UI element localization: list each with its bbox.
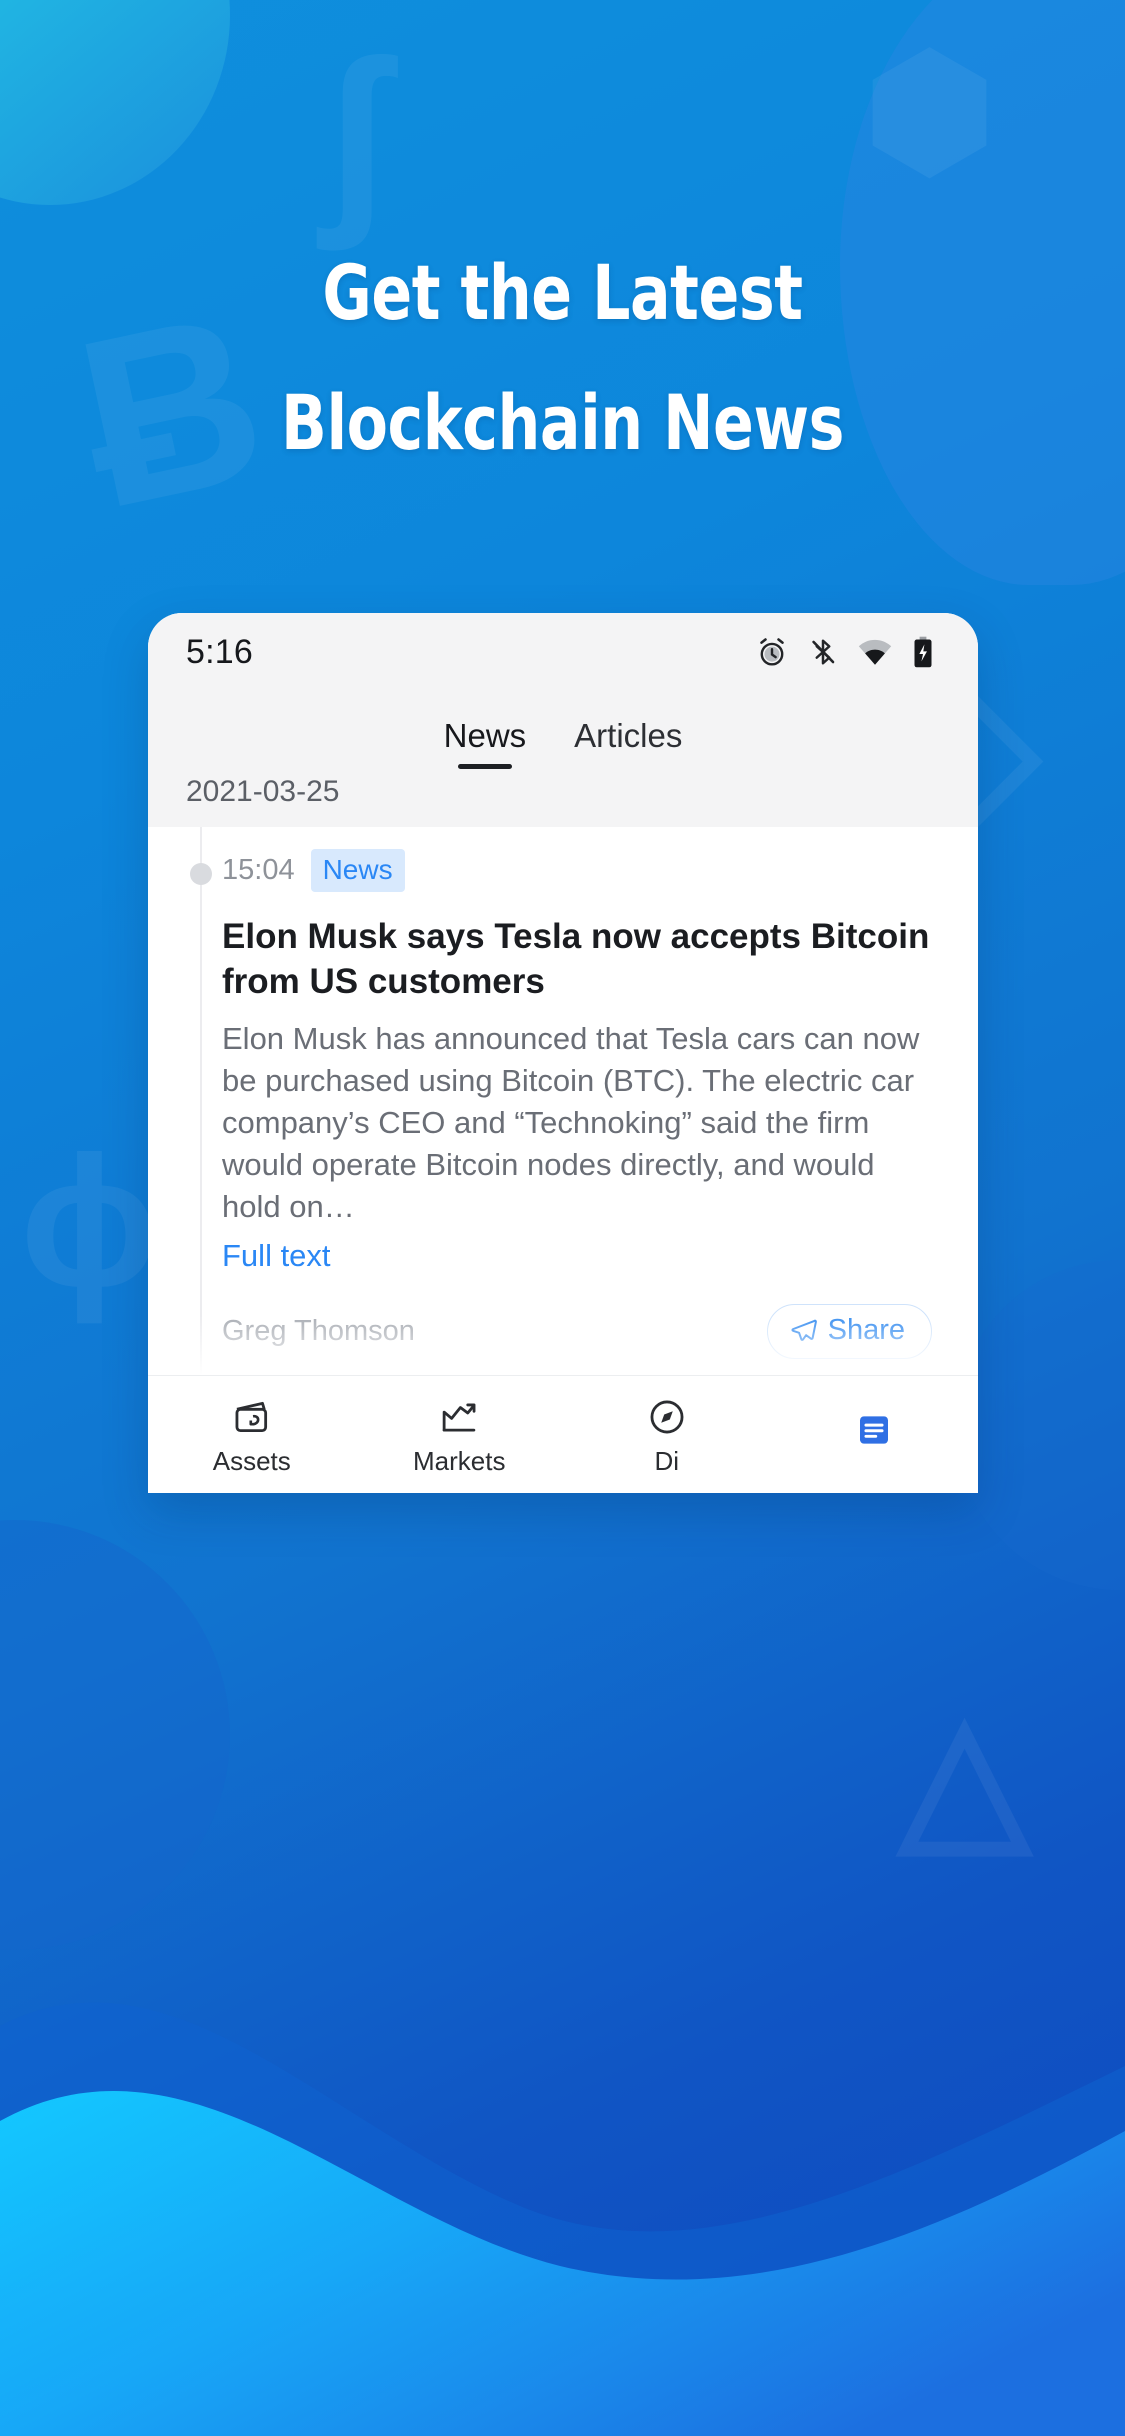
- news-list-item[interactable]: 15:04 News Elon Musk says Tesla now acce…: [148, 827, 978, 1395]
- phone-mockup: 5:16 News Articles 2021-03-25 15:04 News…: [148, 613, 978, 1493]
- nav-item-news[interactable]: [771, 1409, 979, 1461]
- status-bar: 5:16: [148, 613, 978, 691]
- tab-news[interactable]: News: [443, 717, 527, 769]
- wallet-icon: [235, 1401, 267, 1432]
- full-text-link[interactable]: Full text: [222, 1238, 932, 1274]
- tab-articles-label: Articles: [574, 717, 683, 754]
- wifi-icon: [858, 639, 892, 665]
- bottom-navigation: Assets Markets Di: [148, 1375, 978, 1493]
- news-item-time: 15:04: [222, 854, 295, 886]
- nav-item-markets[interactable]: Markets: [356, 1396, 564, 1474]
- tron-watermark-icon: △: [899, 1680, 1030, 1870]
- alarm-icon: [760, 638, 784, 666]
- news-item-badge: News: [310, 849, 405, 892]
- news-item-summary: Elon Musk has announced that Tesla cars …: [222, 1021, 920, 1224]
- tab-bar: News Articles 2021-03-25: [148, 691, 978, 827]
- news-item-meta: 15:04 News: [222, 849, 932, 892]
- paper-plane-icon: [791, 1319, 817, 1341]
- news-item-author: Greg Thomson: [222, 1315, 415, 1347]
- status-time: 5:16: [186, 632, 253, 671]
- battery-charging-icon: [914, 636, 932, 668]
- nav-item-discover[interactable]: Di: [563, 1396, 771, 1474]
- headline-line-1: Get the Latest: [322, 248, 803, 337]
- nav-label-assets: Assets: [212, 1445, 291, 1476]
- chart-icon: [442, 1403, 476, 1432]
- promo-headline: Get the Latest Blockchain News: [68, 228, 1058, 488]
- bluetooth-disabled-icon: [812, 639, 835, 665]
- nav-label-markets: Markets: [413, 1445, 506, 1476]
- nav-label-discover: Di: [654, 1447, 680, 1474]
- decor-circle-right: [955, 1260, 1125, 1590]
- date-header: 2021-03-25: [148, 769, 978, 827]
- news-item-title[interactable]: Elon Musk says Tesla now accepts Bitcoin…: [222, 914, 932, 1004]
- flame-watermark-icon: ʃ: [320, 17, 390, 252]
- share-button[interactable]: Share: [766, 1304, 932, 1359]
- decor-wave: [0, 2002, 1125, 2436]
- bnb-watermark-icon: ⬢: [864, 26, 995, 194]
- tab-articles[interactable]: Articles: [574, 717, 682, 769]
- tab-news-label: News: [443, 717, 527, 754]
- nav-item-assets[interactable]: Assets: [148, 1396, 356, 1474]
- tab-active-indicator: [457, 764, 512, 769]
- share-label: Share: [827, 1314, 905, 1346]
- decor-circle-top-left: [0, 0, 230, 205]
- timeline-dot-icon: [190, 863, 212, 885]
- headline-line-2: Blockchain News: [281, 378, 844, 467]
- status-icons: [755, 635, 934, 669]
- compass-icon: [650, 1400, 684, 1433]
- polkadot-watermark-icon: ɸ: [20, 1119, 159, 1325]
- news-feed-icon: [860, 1415, 889, 1444]
